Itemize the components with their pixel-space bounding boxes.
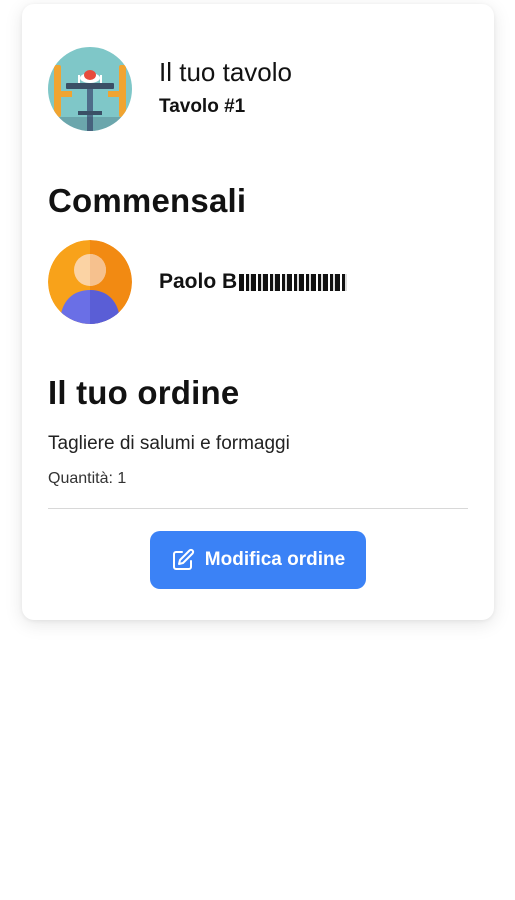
redacted-surname xyxy=(239,273,348,291)
guest-name-text: Paolo B xyxy=(159,270,238,293)
user-avatar-icon xyxy=(48,240,132,324)
guests-heading: Commensali xyxy=(48,182,247,219)
dining-table-icon xyxy=(48,47,132,131)
order-summary-card: Il tuo tavolo Tavolo #1 Commensali Paolo… xyxy=(22,4,494,620)
edit-order-label: Modifica ordine xyxy=(204,549,346,570)
edit-order-button[interactable]: Modifica ordine xyxy=(150,531,366,589)
table-number: Tavolo #1 xyxy=(159,96,246,117)
order-heading: Il tuo ordine xyxy=(48,374,240,411)
divider xyxy=(48,508,468,509)
guest-name: Paolo B xyxy=(159,270,348,294)
guest-item: Paolo B xyxy=(48,240,348,324)
edit-icon xyxy=(171,548,195,572)
order-item-quantity: Quantità: 1 xyxy=(48,470,127,487)
table-info: Il tuo tavolo Tavolo #1 xyxy=(48,47,292,131)
order-item-name: Tagliere di salumi e formaggi xyxy=(48,433,290,454)
table-title: Il tuo tavolo xyxy=(159,57,292,87)
